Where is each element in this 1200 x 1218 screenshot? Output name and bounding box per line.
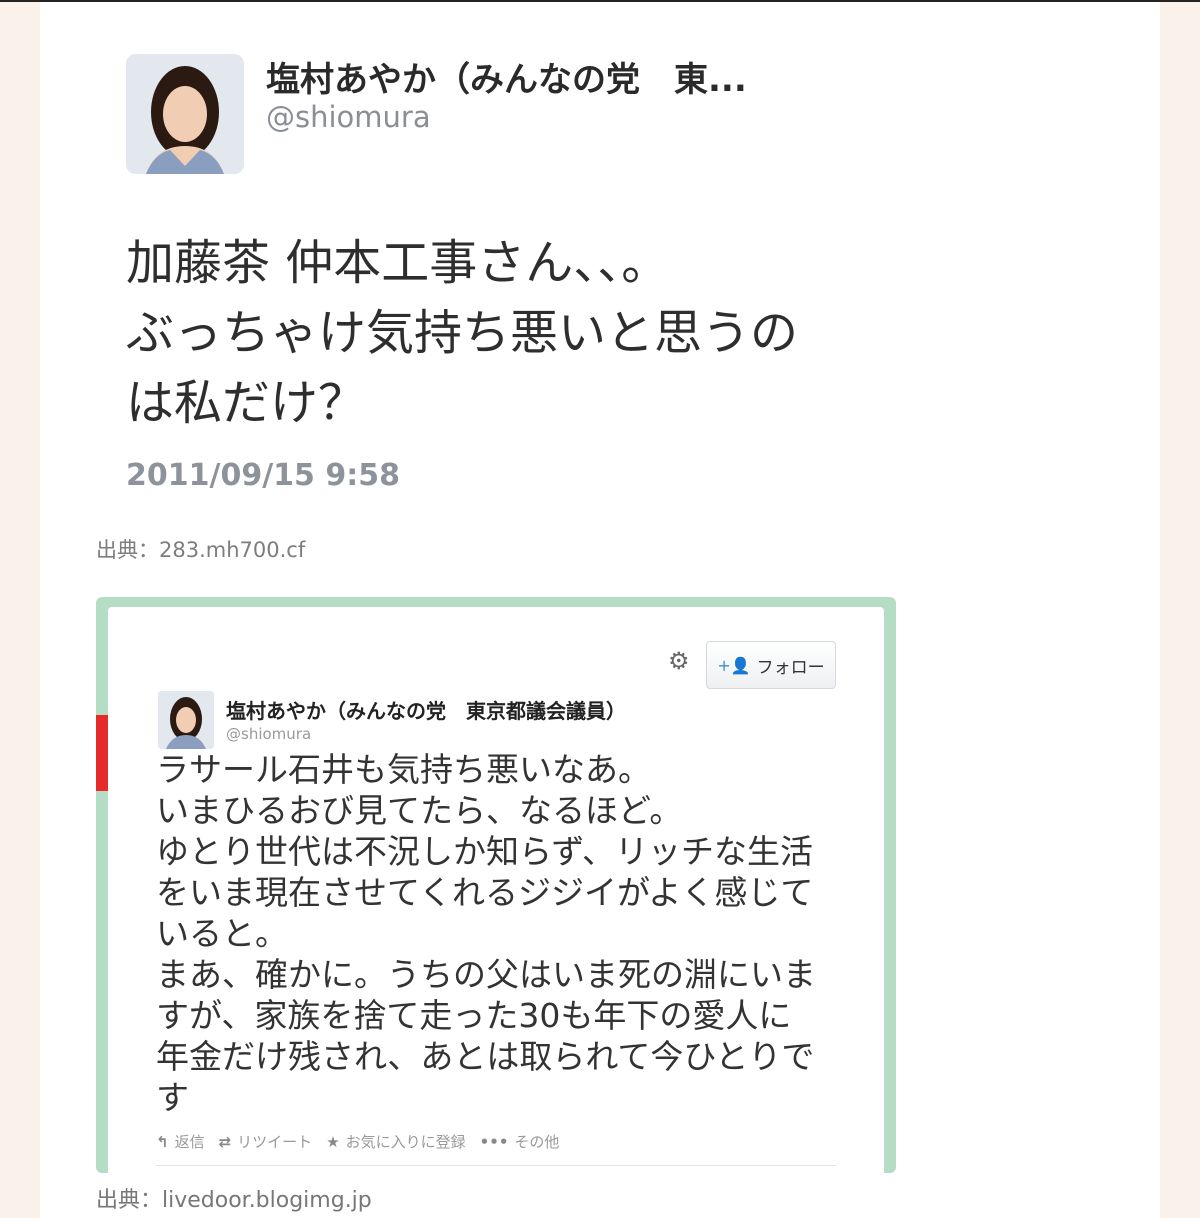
more-action[interactable]: ••• その他	[480, 1131, 560, 1152]
reply-label: 返信	[174, 1133, 205, 1151]
more-icon: •••	[479, 1132, 509, 1151]
follow-button[interactable]: +👤 フォロー	[706, 641, 836, 689]
tweet-line: ラサール石井も気持ち悪いなあ。	[156, 750, 651, 789]
retweet-icon: ⇄	[218, 1132, 232, 1151]
embedded-avatar[interactable]	[158, 691, 214, 749]
tweet-text: 加藤茶 仲本工事さん、、。 ぶっちゃけ気持ち悪いと思うの は私だけ？	[126, 228, 886, 438]
favorite-label: お気に入りに登録	[345, 1133, 466, 1151]
tweet-line: 年金だけ残され、あとは取られて今ひとりで	[156, 1037, 815, 1076]
tweet-line: 加藤茶 仲本工事さん、、。	[126, 235, 670, 291]
source-credit[interactable]: 出典：livedoor.blogimg.jp	[96, 1182, 372, 1214]
follow-label: フォロー	[756, 657, 825, 678]
star-icon: ★	[326, 1132, 340, 1151]
tweet-line: す	[156, 1078, 189, 1117]
more-label: その他	[514, 1133, 560, 1151]
tweet-line: すが、家族を捨て走った30も年下の愛人に	[156, 996, 792, 1035]
tweet-line: をいま現在させてくれるジジイがよく感じて	[156, 873, 814, 912]
gear-icon[interactable]: ⚙	[668, 647, 690, 675]
content-page: 塩村あやか（みんなの党 東... @shiomura 加藤茶 仲本工事さん、、。…	[40, 2, 1160, 1218]
tweet-line: は私だけ？	[126, 375, 367, 431]
retweet-label: リツイート	[237, 1133, 313, 1151]
embedded-profile-handle[interactable]: @shiomura	[226, 725, 311, 743]
embedded-tweet-image: ⚙ +👤 フォロー 塩村あやか（みんなの党 東京都議会議員） @shiomura…	[96, 597, 896, 1173]
reply-action[interactable]: ↰ 返信	[156, 1131, 205, 1152]
source-credit[interactable]: 出典：283.mh700.cf	[96, 534, 305, 564]
tweet-line: いると。	[156, 914, 288, 953]
embedded-tweet-text: ラサール石井も気持ち悪いなあ。 いまひるおび見てたら、なるほど。 ゆとり世代は不…	[156, 749, 846, 1118]
red-edge-strip	[96, 715, 108, 791]
reply-icon: ↰	[156, 1132, 169, 1151]
tweet-line: ゆとり世代は不況しか知らず、リッチな生活	[156, 832, 814, 871]
person-avatar-icon	[158, 691, 214, 749]
tweet-actions: ↰ 返信 ⇄ リツイート ★ お気に入りに登録 ••• その他	[156, 1131, 559, 1152]
embedded-profile-name[interactable]: 塩村あやか（みんなの党 東京都議会議員）	[226, 695, 626, 724]
person-avatar-icon	[126, 54, 244, 174]
profile-handle[interactable]: @shiomura	[266, 100, 431, 134]
retweet-action[interactable]: ⇄ リツイート	[219, 1131, 313, 1152]
favorite-action[interactable]: ★ お気に入りに登録	[326, 1131, 465, 1152]
tweet-line: いまひるおび見てたら、なるほど。	[156, 791, 683, 830]
tweet-timestamp[interactable]: 2011/09/15 9:58	[126, 458, 400, 493]
add-user-icon: +👤	[717, 655, 751, 675]
tweet-line: まあ、確かに。うちの父はいま死の淵にいま	[156, 955, 816, 994]
tweet-line: ぶっちゃけ気持ち悪いと思うの	[126, 305, 799, 361]
profile-avatar[interactable]	[126, 54, 244, 174]
divider	[156, 1165, 836, 1166]
embedded-tweet-card: ⚙ +👤 フォロー 塩村あやか（みんなの党 東京都議会議員） @shiomura…	[108, 607, 884, 1173]
profile-name[interactable]: 塩村あやか（みんなの党 東...	[266, 52, 826, 101]
